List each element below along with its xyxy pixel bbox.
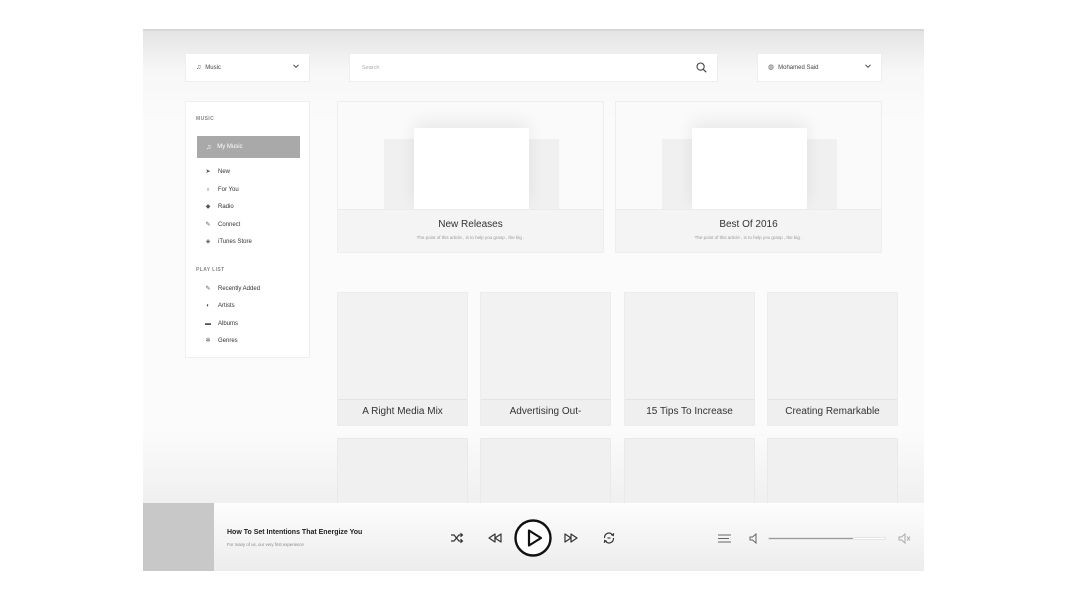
album-card[interactable]: 15 Tips To Increase bbox=[624, 292, 755, 426]
sidebar-item-label: Radio bbox=[218, 204, 234, 210]
artist-icon: ◐ bbox=[206, 303, 210, 309]
album-card[interactable]: Advertising Out- bbox=[480, 292, 611, 426]
sidebar-item-recently-added[interactable]: ✎ Recently Added bbox=[205, 286, 260, 292]
chevron-down-icon bbox=[293, 64, 299, 69]
sidebar-item-label: Genres bbox=[218, 338, 238, 344]
recent-icon: ✎ bbox=[205, 286, 211, 292]
sidebar-item-itunes-store[interactable]: ◈ iTunes Store bbox=[205, 239, 252, 245]
mic-icon: ♁ bbox=[205, 187, 211, 193]
queue-list-icon[interactable] bbox=[718, 534, 731, 543]
chevron-down-icon bbox=[865, 64, 871, 69]
volume-low-icon[interactable] bbox=[749, 533, 759, 544]
connect-icon: ✎ bbox=[205, 222, 211, 228]
card-title: Creating Remarkable bbox=[785, 406, 880, 417]
card-title: Best Of 2016 bbox=[719, 219, 778, 230]
album-card[interactable] bbox=[480, 438, 611, 508]
card-title: Advertising Out- bbox=[509, 406, 582, 417]
player-bar: How To Set Intentions That Energize You … bbox=[143, 503, 924, 571]
send-icon: ➤ bbox=[205, 169, 211, 175]
source-dropdown-label: Music bbox=[205, 64, 221, 71]
track-title: How To Set Intentions That Energize You bbox=[227, 529, 363, 536]
card-caption bbox=[338, 209, 603, 252]
album-icon: ▬ bbox=[205, 321, 211, 327]
genre-icon: ✲ bbox=[205, 338, 211, 344]
search-input[interactable]: Search bbox=[362, 65, 379, 71]
album-card[interactable]: A Right Media Mix bbox=[337, 292, 468, 426]
sidebar-item-genres[interactable]: ✲ Genres bbox=[205, 338, 238, 344]
album-card[interactable] bbox=[337, 438, 468, 508]
card-title: New Releases bbox=[438, 219, 503, 230]
sidebar-item-new[interactable]: ➤ New bbox=[205, 169, 230, 175]
sidebar-item-label: My Music bbox=[217, 144, 243, 150]
featured-card-best-of-2016[interactable]: Best Of 2016 The point of this article ,… bbox=[615, 101, 882, 253]
album-art bbox=[692, 128, 807, 209]
track-subtitle: For many of us, our very first experienc… bbox=[227, 542, 304, 547]
radio-icon: ◆ bbox=[205, 204, 211, 210]
sidebar-item-connect[interactable]: ✎ Connect bbox=[205, 222, 240, 228]
section-title-playlist: PLAY LIST bbox=[196, 267, 225, 273]
album-card[interactable] bbox=[624, 438, 755, 508]
sidebar-item-label: iTunes Store bbox=[218, 239, 252, 245]
user-name: Mohamed Said bbox=[778, 64, 819, 71]
tag-icon: ◈ bbox=[205, 239, 211, 245]
fast-forward-icon[interactable] bbox=[564, 533, 578, 543]
card-title: A Right Media Mix bbox=[362, 406, 443, 417]
sidebar-item-albums[interactable]: ▬ Albums bbox=[205, 321, 238, 327]
card-description: The point of this article , is to help y… bbox=[694, 235, 803, 240]
music-note-icon: ♫ bbox=[206, 143, 212, 151]
sidebar-item-my-music[interactable]: ♫ My Music bbox=[197, 136, 300, 158]
user-dropdown[interactable]: ◍ Mohamed Said bbox=[757, 53, 882, 82]
volume-slider[interactable] bbox=[768, 537, 886, 540]
sidebar-item-for-you[interactable]: ♁ For You bbox=[205, 187, 239, 193]
sidebar-item-label: Artists bbox=[218, 303, 235, 309]
sidebar: MUSIC ♫ My Music ➤ New ♁ For You ◆ Radio… bbox=[185, 101, 310, 358]
card-caption bbox=[616, 209, 881, 252]
music-note-icon: ♫ bbox=[196, 64, 202, 71]
card-title: 15 Tips To Increase bbox=[646, 406, 733, 417]
section-title-music: MUSIC bbox=[196, 116, 215, 122]
album-card[interactable]: Creating Remarkable bbox=[767, 292, 898, 426]
featured-card-new-releases[interactable]: New Releases The point of this article ,… bbox=[337, 101, 604, 253]
album-card[interactable] bbox=[767, 438, 898, 508]
card-description: The point of this article , is to help y… bbox=[416, 235, 525, 240]
sidebar-item-label: Recently Added bbox=[218, 286, 261, 292]
sidebar-item-radio[interactable]: ◆ Radio bbox=[205, 204, 234, 210]
sidebar-item-label: New bbox=[218, 169, 231, 175]
repeat-icon[interactable] bbox=[602, 531, 616, 545]
volume-level bbox=[769, 538, 853, 539]
now-playing-artwork bbox=[143, 503, 214, 571]
sidebar-item-artists[interactable]: ◐ Artists bbox=[205, 303, 235, 309]
search-icon[interactable] bbox=[696, 62, 707, 73]
source-dropdown[interactable]: ♫ Music bbox=[185, 53, 310, 82]
sidebar-item-label: For You bbox=[218, 187, 239, 193]
play-button[interactable] bbox=[514, 519, 552, 557]
user-icon: ◍ bbox=[768, 64, 775, 71]
shuffle-icon[interactable] bbox=[450, 532, 464, 544]
sidebar-item-label: Albums bbox=[218, 321, 239, 327]
music-app-window: ♫ Music Search ◍ Mohamed Said MUSIC ♫ My… bbox=[143, 29, 924, 571]
album-art bbox=[414, 128, 529, 209]
rewind-icon[interactable] bbox=[488, 533, 502, 543]
volume-high-icon[interactable] bbox=[898, 533, 911, 544]
search-bar[interactable]: Search bbox=[349, 53, 718, 82]
sidebar-item-label: Connect bbox=[218, 222, 241, 228]
